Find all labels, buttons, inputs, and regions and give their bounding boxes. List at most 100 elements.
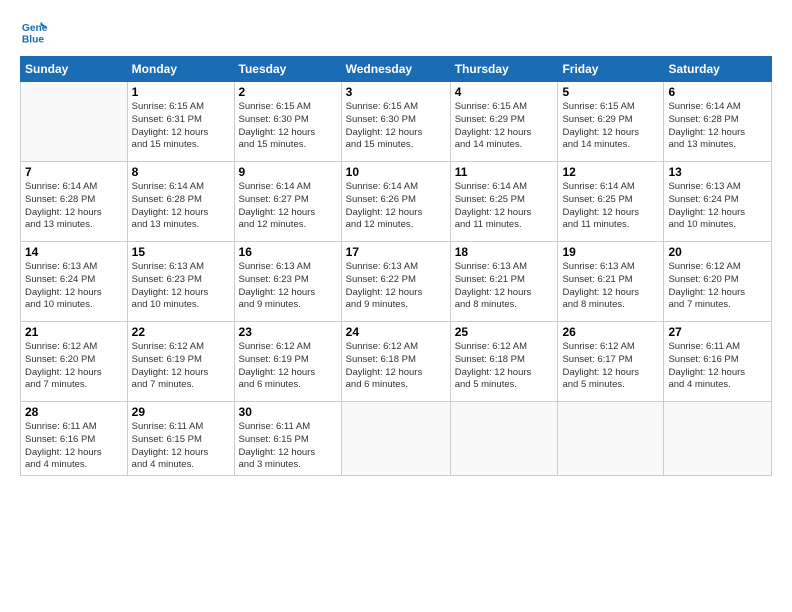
weekday-header-thursday: Thursday: [450, 57, 558, 82]
day-info: Sunrise: 6:13 AMSunset: 6:24 PMDaylight:…: [668, 181, 767, 232]
calendar-cell: 7 Sunrise: 6:14 AMSunset: 6:28 PMDaylight…: [21, 162, 128, 242]
day-info: Sunrise: 6:15 AMSunset: 6:30 PMDaylight:…: [239, 101, 337, 152]
day-number: 7: [25, 165, 123, 179]
day-number: 28: [25, 405, 123, 419]
calendar-cell: 4 Sunrise: 6:15 AMSunset: 6:29 PMDaylight…: [450, 82, 558, 162]
day-number: 26: [562, 325, 659, 339]
week-row-3: 14Sunrise: 6:13 AMSunset: 6:24 PMDayligh…: [21, 242, 772, 322]
day-info: Sunrise: 6:12 AMSunset: 6:20 PMDaylight:…: [668, 261, 767, 312]
day-number: 14: [25, 245, 123, 259]
weekday-header-sunday: Sunday: [21, 57, 128, 82]
day-info: Sunrise: 6:12 AMSunset: 6:19 PMDaylight:…: [239, 341, 337, 392]
calendar-cell: 15 Sunrise: 6:13 AMSunset: 6:23 PMDayligh…: [127, 242, 234, 322]
day-number: 3: [346, 85, 446, 99]
day-number: 4: [455, 85, 554, 99]
day-number: 9: [239, 165, 337, 179]
calendar-cell: 21 Sunrise: 6:12 AMSunset: 6:20 PMDayligh…: [21, 322, 128, 402]
calendar-cell: 22 Sunrise: 6:12 AMSunset: 6:19 PMDayligh…: [127, 322, 234, 402]
calendar-cell: 9Sunrise: 6:14 AMSunset: 6:27 PMDaylight…: [234, 162, 341, 242]
day-info: Sunrise: 6:12 AMSunset: 6:20 PMDaylight:…: [25, 341, 123, 392]
week-row-2: 7 Sunrise: 6:14 AMSunset: 6:28 PMDaylight…: [21, 162, 772, 242]
week-row-5: 28 Sunrise: 6:11 AMSunset: 6:16 PMDayligh…: [21, 402, 772, 476]
day-number: 19: [562, 245, 659, 259]
day-info: Sunrise: 6:14 AMSunset: 6:25 PMDaylight:…: [455, 181, 554, 232]
calendar-cell: 13 Sunrise: 6:13 AMSunset: 6:24 PMDayligh…: [664, 162, 772, 242]
calendar-cell: 23Sunrise: 6:12 AMSunset: 6:19 PMDayligh…: [234, 322, 341, 402]
day-number: 20: [668, 245, 767, 259]
calendar-cell: 10 Sunrise: 6:14 AMSunset: 6:26 PMDayligh…: [341, 162, 450, 242]
day-info: Sunrise: 6:15 AMSunset: 6:29 PMDaylight:…: [455, 101, 554, 152]
weekday-header-row: SundayMondayTuesdayWednesdayThursdayFrid…: [21, 57, 772, 82]
day-number: 17: [346, 245, 446, 259]
day-info: Sunrise: 6:14 AMSunset: 6:28 PMDaylight:…: [668, 101, 767, 152]
svg-text:Blue: Blue: [22, 34, 45, 45]
calendar-cell: 16 Sunrise: 6:13 AMSunset: 6:23 PMDayligh…: [234, 242, 341, 322]
day-number: 29: [132, 405, 230, 419]
page: General Blue SundayMondayTuesdayWednesda…: [0, 0, 792, 612]
day-number: 16: [239, 245, 337, 259]
day-number: 1: [132, 85, 230, 99]
calendar-cell: [558, 402, 664, 476]
calendar-cell: 14Sunrise: 6:13 AMSunset: 6:24 PMDayligh…: [21, 242, 128, 322]
calendar-cell: 2 Sunrise: 6:15 AMSunset: 6:30 PMDaylight…: [234, 82, 341, 162]
day-number: 11: [455, 165, 554, 179]
week-row-1: 1 Sunrise: 6:15 AMSunset: 6:31 PMDaylight…: [21, 82, 772, 162]
calendar-cell: 24 Sunrise: 6:12 AMSunset: 6:18 PMDayligh…: [341, 322, 450, 402]
calendar-cell: 6 Sunrise: 6:14 AMSunset: 6:28 PMDaylight…: [664, 82, 772, 162]
day-info: Sunrise: 6:12 AMSunset: 6:17 PMDaylight:…: [562, 341, 659, 392]
day-info: Sunrise: 6:14 AMSunset: 6:28 PMDaylight:…: [132, 181, 230, 232]
calendar-cell: 25Sunrise: 6:12 AMSunset: 6:18 PMDayligh…: [450, 322, 558, 402]
logo-icon: General Blue: [20, 18, 48, 46]
day-info: Sunrise: 6:11 AMSunset: 6:15 PMDaylight:…: [132, 421, 230, 472]
calendar-cell: 1 Sunrise: 6:15 AMSunset: 6:31 PMDaylight…: [127, 82, 234, 162]
day-number: 2: [239, 85, 337, 99]
day-info: Sunrise: 6:11 AMSunset: 6:16 PMDaylight:…: [25, 421, 123, 472]
day-number: 8: [132, 165, 230, 179]
day-number: 30: [239, 405, 337, 419]
day-info: Sunrise: 6:13 AMSunset: 6:22 PMDaylight:…: [346, 261, 446, 312]
day-number: 18: [455, 245, 554, 259]
calendar-cell: 18 Sunrise: 6:13 AMSunset: 6:21 PMDayligh…: [450, 242, 558, 322]
day-number: 24: [346, 325, 446, 339]
day-info: Sunrise: 6:13 AMSunset: 6:23 PMDaylight:…: [239, 261, 337, 312]
day-number: 6: [668, 85, 767, 99]
day-info: Sunrise: 6:13 AMSunset: 6:23 PMDaylight:…: [132, 261, 230, 312]
day-info: Sunrise: 6:14 AMSunset: 6:26 PMDaylight:…: [346, 181, 446, 232]
calendar-cell: [664, 402, 772, 476]
day-number: 10: [346, 165, 446, 179]
day-info: Sunrise: 6:15 AMSunset: 6:31 PMDaylight:…: [132, 101, 230, 152]
calendar-table: SundayMondayTuesdayWednesdayThursdayFrid…: [20, 56, 772, 476]
weekday-header-friday: Friday: [558, 57, 664, 82]
calendar-cell: 3Sunrise: 6:15 AMSunset: 6:30 PMDaylight…: [341, 82, 450, 162]
calendar-cell: 8 Sunrise: 6:14 AMSunset: 6:28 PMDaylight…: [127, 162, 234, 242]
calendar-cell: 26 Sunrise: 6:12 AMSunset: 6:17 PMDayligh…: [558, 322, 664, 402]
day-number: 21: [25, 325, 123, 339]
day-number: 22: [132, 325, 230, 339]
day-number: 15: [132, 245, 230, 259]
calendar-cell: 20 Sunrise: 6:12 AMSunset: 6:20 PMDayligh…: [664, 242, 772, 322]
calendar-cell: [341, 402, 450, 476]
day-info: Sunrise: 6:14 AMSunset: 6:28 PMDaylight:…: [25, 181, 123, 232]
header: General Blue: [20, 18, 772, 46]
day-info: Sunrise: 6:12 AMSunset: 6:18 PMDaylight:…: [346, 341, 446, 392]
calendar-cell: 30 Sunrise: 6:11 AMSunset: 6:15 PMDayligh…: [234, 402, 341, 476]
weekday-header-saturday: Saturday: [664, 57, 772, 82]
calendar-cell: 19 Sunrise: 6:13 AMSunset: 6:21 PMDayligh…: [558, 242, 664, 322]
calendar-cell: [450, 402, 558, 476]
day-info: Sunrise: 6:15 AMSunset: 6:29 PMDaylight:…: [562, 101, 659, 152]
day-info: Sunrise: 6:11 AMSunset: 6:16 PMDaylight:…: [668, 341, 767, 392]
day-info: Sunrise: 6:11 AMSunset: 6:15 PMDaylight:…: [239, 421, 337, 472]
calendar-cell: 29 Sunrise: 6:11 AMSunset: 6:15 PMDayligh…: [127, 402, 234, 476]
svg-text:General: General: [22, 23, 48, 34]
calendar-cell: 12Sunrise: 6:14 AMSunset: 6:25 PMDayligh…: [558, 162, 664, 242]
day-info: Sunrise: 6:12 AMSunset: 6:19 PMDaylight:…: [132, 341, 230, 392]
day-number: 13: [668, 165, 767, 179]
day-number: 12: [562, 165, 659, 179]
calendar-cell: [21, 82, 128, 162]
weekday-header-tuesday: Tuesday: [234, 57, 341, 82]
day-info: Sunrise: 6:13 AMSunset: 6:21 PMDaylight:…: [562, 261, 659, 312]
day-info: Sunrise: 6:13 AMSunset: 6:21 PMDaylight:…: [455, 261, 554, 312]
calendar-cell: 17 Sunrise: 6:13 AMSunset: 6:22 PMDayligh…: [341, 242, 450, 322]
calendar-cell: 11 Sunrise: 6:14 AMSunset: 6:25 PMDayligh…: [450, 162, 558, 242]
calendar-cell: 5Sunrise: 6:15 AMSunset: 6:29 PMDaylight…: [558, 82, 664, 162]
